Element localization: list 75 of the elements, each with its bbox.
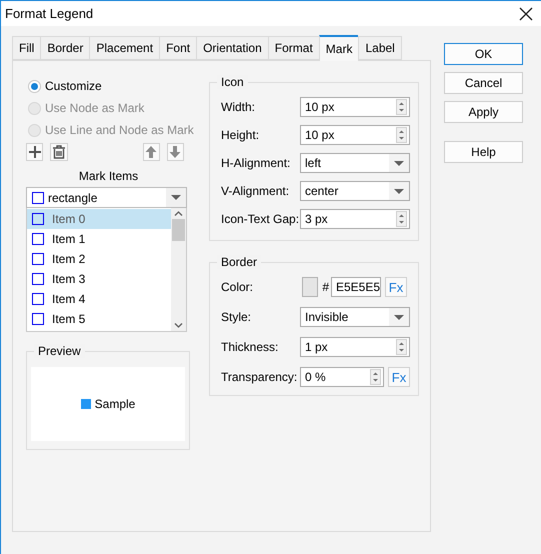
spin-field[interactable]: 1 px <box>300 337 410 357</box>
tab[interactable]: Label <box>358 36 402 60</box>
field-label: V-Alignment: <box>221 184 290 198</box>
plus-icon[interactable] <box>28 145 42 159</box>
list-item[interactable]: Item 5 <box>27 309 171 329</box>
scroll-up-icon <box>174 211 183 216</box>
square-icon <box>32 273 44 285</box>
radio-option[interactable]: Customize <box>26 75 191 97</box>
fx-button[interactable]: Fx <box>388 367 410 387</box>
hash-label: # <box>322 280 329 294</box>
list-item[interactable]: Item 1 <box>27 229 171 249</box>
square-icon <box>80 399 91 409</box>
dialog-button[interactable]: OK <box>444 43 523 65</box>
vertical-scrollbar[interactable] <box>171 208 186 331</box>
spin-field[interactable]: 3 px <box>300 209 410 229</box>
spinner-icon <box>396 99 407 115</box>
tab[interactable]: Font <box>159 36 196 60</box>
field-label: H-Alignment: <box>221 156 292 170</box>
scroll-down-icon <box>174 323 183 328</box>
close-icon[interactable] <box>519 6 533 20</box>
dropdown-arrow-icon <box>394 160 404 166</box>
field-label: Style: <box>221 310 252 324</box>
trash-icon[interactable] <box>52 145 66 159</box>
dialog-button[interactable]: Cancel <box>444 72 523 94</box>
group-title: Icon <box>217 75 248 89</box>
tab[interactable]: Mark <box>318 35 358 61</box>
spinner-icon <box>396 339 407 355</box>
radio-option: Use Node as Mark <box>26 97 191 119</box>
list-item[interactable]: Item 0 <box>27 209 171 229</box>
dropdown[interactable]: rectangle <box>26 187 187 208</box>
spin-field[interactable]: 0 % <box>300 367 384 387</box>
dialog-button[interactable]: Apply <box>444 101 523 123</box>
dropdown[interactable]: Invisible <box>300 307 410 327</box>
group-title: Preview <box>34 344 85 358</box>
scroll-thumb[interactable] <box>172 219 185 241</box>
group-title: Border <box>217 255 262 269</box>
square-icon <box>32 253 44 265</box>
spin-field[interactable]: 10 px <box>300 125 410 145</box>
tab[interactable]: Fill <box>12 36 40 60</box>
spinner-icon <box>396 127 407 143</box>
square-icon <box>32 192 44 204</box>
square-icon <box>32 213 44 225</box>
field-label: Thickness: <box>221 340 280 354</box>
dropdown[interactable]: center <box>300 181 410 201</box>
field-label: Width: <box>221 100 256 114</box>
fx-button[interactable]: Fx <box>385 277 407 297</box>
square-icon <box>32 233 44 245</box>
up-arrow-icon[interactable] <box>144 145 158 159</box>
help-button[interactable]: Help <box>444 141 523 163</box>
hex-field[interactable]: E5E5E5 <box>331 277 381 297</box>
spin-field[interactable]: 10 px <box>300 97 410 117</box>
spinner-icon <box>370 369 381 385</box>
dropdown-arrow-icon <box>394 314 404 320</box>
tab[interactable]: Border <box>40 36 90 60</box>
tab[interactable]: Format <box>268 36 319 60</box>
list-title: Mark Items <box>78 169 140 183</box>
field-label: Height: <box>221 128 260 142</box>
field-label: Transparency: <box>221 370 298 384</box>
dropdown-arrow-icon <box>394 188 404 194</box>
dropdown[interactable]: left <box>300 153 410 173</box>
list-item[interactable]: Item 4 <box>27 289 171 309</box>
window-title: Format Legend <box>5 6 94 21</box>
field-label: Color: <box>221 280 254 294</box>
color-swatch[interactable] <box>302 277 318 297</box>
tab[interactable]: Orientation <box>196 36 268 60</box>
list-item[interactable]: Item 2 <box>27 249 171 269</box>
sample-text: Sample <box>94 397 136 411</box>
dropdown-arrow-icon <box>171 195 181 200</box>
list-item[interactable]: Item 3 <box>27 269 171 289</box>
square-icon <box>32 293 44 305</box>
down-arrow-icon[interactable] <box>168 145 182 159</box>
tab[interactable]: Placement <box>89 36 160 60</box>
field-label: Icon-Text Gap: <box>221 212 300 226</box>
square-icon <box>32 313 44 325</box>
spinner-icon <box>396 211 407 227</box>
